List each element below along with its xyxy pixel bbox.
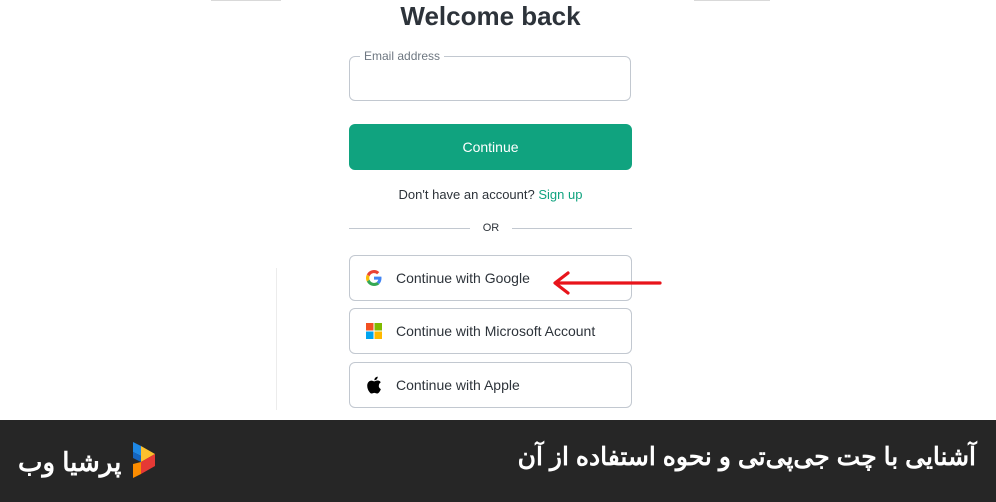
microsoft-icon — [365, 322, 383, 340]
or-divider-text: OR — [482, 222, 500, 234]
continue-with-microsoft-button[interactable]: Continue with Microsoft Account — [349, 308, 632, 354]
continue-with-apple-button[interactable]: Continue with Apple — [349, 362, 632, 408]
continue-with-apple-label: Continue with Apple — [396, 377, 520, 393]
sign-up-link[interactable]: Sign up — [538, 187, 582, 202]
or-divider-left — [349, 228, 470, 229]
signup-row: Don't have an account? Sign up — [0, 187, 981, 202]
email-label: Email address — [360, 49, 445, 63]
apple-icon — [365, 376, 383, 394]
brand-name: پرشیا وب — [18, 446, 122, 477]
arrow-left-icon — [553, 271, 662, 295]
continue-button[interactable]: Continue — [349, 124, 632, 170]
continue-with-microsoft-label: Continue with Microsoft Account — [396, 323, 596, 339]
or-divider-right — [512, 228, 632, 229]
google-icon — [365, 269, 383, 287]
brand: پرشیا وب — [18, 442, 156, 482]
footer-banner: آشنایی با چت جی‌پی‌تی و نحوه استفاده از … — [0, 420, 996, 502]
side-divider — [276, 268, 277, 410]
continue-with-google-label: Continue with Google — [396, 270, 530, 286]
footer-caption: آشنایی با چت جی‌پی‌تی و نحوه استفاده از … — [517, 443, 976, 471]
page-title: Welcome back — [400, 1, 581, 31]
signup-prompt: Don't have an account? — [398, 187, 535, 202]
email-input[interactable] — [362, 67, 622, 93]
brand-logo-icon — [133, 442, 156, 478]
